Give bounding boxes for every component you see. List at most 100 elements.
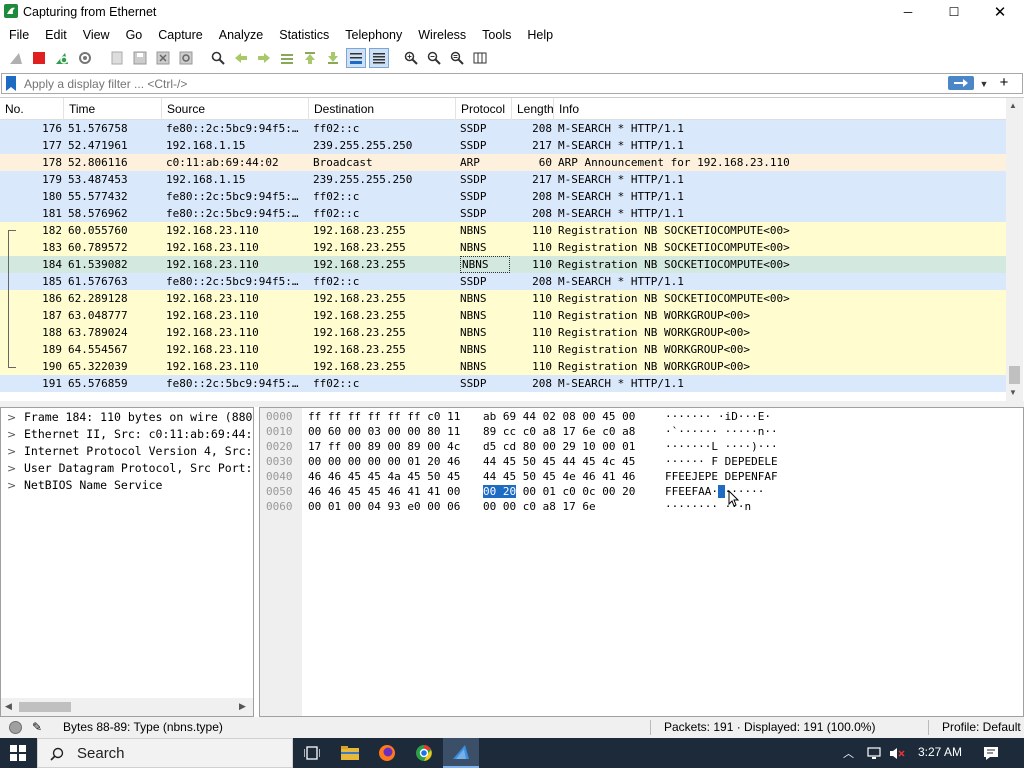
scrollbar-thumb[interactable] xyxy=(1009,366,1020,384)
capture-options-button[interactable] xyxy=(75,48,95,68)
file-explorer-button[interactable] xyxy=(332,738,368,768)
menu-view[interactable]: View xyxy=(75,24,118,46)
details-horizontal-scrollbar[interactable]: ◀ ▶ xyxy=(1,698,253,716)
filter-history-dropdown[interactable]: ▼ xyxy=(978,76,990,91)
column-no[interactable]: No. xyxy=(0,98,64,120)
packet-row[interactable]: 184 61.539082 192.168.23.110 192.168.23.255… xyxy=(0,256,1006,273)
status-profile[interactable]: Profile: Default xyxy=(942,717,1021,738)
menu-edit[interactable]: Edit xyxy=(37,24,75,46)
scroll-left-icon[interactable]: ◀ xyxy=(5,701,12,712)
last-packet-button[interactable] xyxy=(323,48,343,68)
volume-muted-icon[interactable] xyxy=(889,747,905,760)
menu-wireless[interactable]: Wireless xyxy=(410,24,474,46)
firefox-button[interactable] xyxy=(369,738,405,768)
scroll-right-icon[interactable]: ▶ xyxy=(239,701,246,712)
zoom-in-button[interactable] xyxy=(401,48,421,68)
packet-row[interactable]: 179 53.487453 192.168.1.15 239.255.255.250 S… xyxy=(0,171,1006,188)
menu-go[interactable]: Go xyxy=(118,24,151,46)
packet-row[interactable]: 191 65.576859 fe80::2c:5bc9:94f5:… ff02::c S… xyxy=(0,375,1006,392)
scrollbar-thumb[interactable] xyxy=(19,702,71,712)
chevron-right-icon[interactable]: > xyxy=(7,477,16,494)
column-info[interactable]: Info xyxy=(554,98,1006,120)
save-file-button[interactable] xyxy=(130,48,150,68)
packet-list-scrollbar[interactable]: ▲ ▼ xyxy=(1006,98,1023,402)
zoom-out-button[interactable] xyxy=(424,48,444,68)
tree-item-udp[interactable]: > User Datagram Protocol, Src Port: xyxy=(1,460,253,477)
resize-columns-icon xyxy=(473,52,487,64)
menu-analyze[interactable]: Analyze xyxy=(211,24,271,46)
start-button[interactable] xyxy=(0,738,36,768)
go-forward-button[interactable] xyxy=(254,48,274,68)
menu-tools[interactable]: Tools xyxy=(474,24,519,46)
show-hidden-icons-chevron[interactable]: ︿ xyxy=(843,745,854,761)
packet-row[interactable]: 182 60.055760 192.168.23.110 192.168.23.255… xyxy=(0,222,1006,239)
bookmark-icon[interactable] xyxy=(5,76,17,91)
column-time[interactable]: Time xyxy=(64,98,162,120)
start-capture-button[interactable] xyxy=(6,48,26,68)
file-icon xyxy=(111,51,123,65)
scroll-up-icon[interactable]: ▲ xyxy=(1009,101,1017,110)
wireshark-taskbar-button[interactable] xyxy=(443,738,479,768)
open-file-button[interactable] xyxy=(107,48,127,68)
packet-row[interactable]: 181 58.576962 fe80::2c:5bc9:94f5:… ff02::c S… xyxy=(0,205,1006,222)
selected-bytes[interactable]: 00 20 xyxy=(483,485,517,498)
packet-row[interactable]: 185 61.576763 fe80::2c:5bc9:94f5:… ff02::c S… xyxy=(0,273,1006,290)
expert-info-icon[interactable] xyxy=(9,721,22,734)
reload-file-button[interactable] xyxy=(176,48,196,68)
menu-statistics[interactable]: Statistics xyxy=(271,24,337,46)
taskbar-search-box[interactable]: Search xyxy=(37,738,293,768)
add-filter-button[interactable]: + xyxy=(996,74,1012,93)
auto-scroll-button[interactable] xyxy=(346,48,366,68)
chevron-right-icon[interactable]: > xyxy=(7,426,16,443)
column-source[interactable]: Source xyxy=(162,98,309,120)
go-to-packet-button[interactable] xyxy=(277,48,297,68)
minimize-button[interactable]: ─ xyxy=(885,0,931,24)
menu-capture[interactable]: Capture xyxy=(150,24,210,46)
stop-capture-button[interactable] xyxy=(29,48,49,68)
menu-telephony[interactable]: Telephony xyxy=(337,24,410,46)
packet-row[interactable]: 176 51.576758 fe80::2c:5bc9:94f5:… ff02::c S… xyxy=(0,120,1006,137)
column-destination[interactable]: Destination xyxy=(309,98,456,120)
tree-item-ethernet[interactable]: > Ethernet II, Src: c0:11:ab:69:44: xyxy=(1,426,253,443)
packet-row[interactable]: 180 55.577432 fe80::2c:5bc9:94f5:… ff02::c S… xyxy=(0,188,1006,205)
packet-row[interactable]: 187 63.048777 192.168.23.110 192.168.23.255… xyxy=(0,307,1006,324)
packet-row[interactable]: 186 62.289128 192.168.23.110 192.168.23.255… xyxy=(0,290,1006,307)
chevron-right-icon[interactable]: > xyxy=(7,409,16,426)
close-file-button[interactable] xyxy=(153,48,173,68)
menu-help[interactable]: Help xyxy=(519,24,561,46)
selected-ascii[interactable] xyxy=(717,485,725,498)
tree-item-ip[interactable]: > Internet Protocol Version 4, Src: xyxy=(1,443,253,460)
task-view-button[interactable] xyxy=(294,738,330,768)
network-icon[interactable] xyxy=(866,747,882,760)
packet-row[interactable]: 188 63.789024 192.168.23.110 192.168.23.255… xyxy=(0,324,1006,341)
tree-item-frame[interactable]: > Frame 184: 110 bytes on wire (880 xyxy=(1,409,253,426)
tree-item-nbns[interactable]: > NetBIOS Name Service xyxy=(1,477,253,494)
close-button[interactable]: ✕ xyxy=(977,0,1023,24)
display-filter-input[interactable] xyxy=(22,74,942,93)
scroll-down-icon[interactable]: ▼ xyxy=(1009,388,1017,397)
packet-row[interactable]: 189 64.554567 192.168.23.110 192.168.23.255… xyxy=(0,341,1006,358)
clock[interactable]: 3:27 AM xyxy=(918,745,962,759)
maximize-button[interactable]: ☐ xyxy=(931,0,977,24)
packet-row[interactable]: 178 52.806116 c0:11:ab:69:44:02 Broadcast AR… xyxy=(0,154,1006,171)
apply-filter-button[interactable] xyxy=(948,76,974,90)
first-packet-button[interactable] xyxy=(300,48,320,68)
find-packet-button[interactable] xyxy=(208,48,228,68)
packet-row[interactable]: 190 65.322039 192.168.23.110 192.168.23.255… xyxy=(0,358,1006,375)
packet-cell-protocol: NBNS xyxy=(460,360,487,373)
normal-size-button[interactable] xyxy=(447,48,467,68)
restart-capture-button[interactable] xyxy=(52,48,72,68)
resize-columns-button[interactable] xyxy=(470,48,490,68)
go-back-button[interactable] xyxy=(231,48,251,68)
notification-icon[interactable] xyxy=(983,746,999,761)
packet-row[interactable]: 177 52.471961 192.168.1.15 239.255.255.250 S… xyxy=(0,137,1006,154)
chevron-right-icon[interactable]: > xyxy=(7,443,16,460)
column-protocol[interactable]: Protocol xyxy=(456,98,512,120)
chevron-right-icon[interactable]: > xyxy=(7,460,16,477)
colorize-button[interactable] xyxy=(369,48,389,68)
menu-file[interactable]: File xyxy=(1,24,37,46)
column-length[interactable]: Length xyxy=(512,98,554,120)
edit-comment-icon[interactable]: ✎ xyxy=(32,717,42,738)
packet-row[interactable]: 183 60.789572 192.168.23.110 192.168.23.255… xyxy=(0,239,1006,256)
chrome-button[interactable] xyxy=(406,738,442,768)
